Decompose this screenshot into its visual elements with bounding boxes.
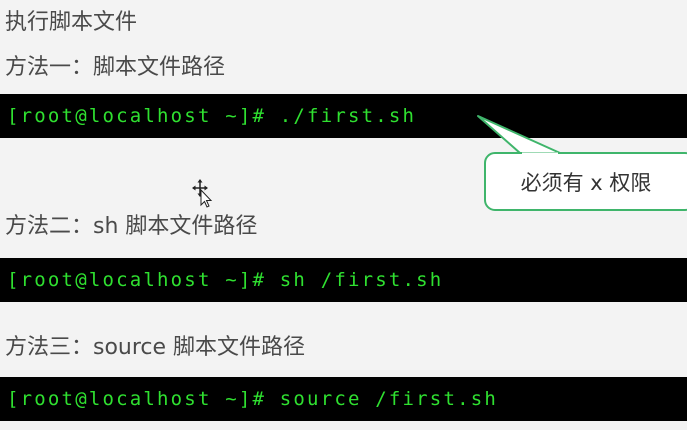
- terminal-block-3: [root@localhost ~]# source /first.sh: [0, 377, 687, 421]
- command-2: [root@localhost ~]# sh /first.sh: [7, 269, 444, 291]
- move-cursor-icon: [192, 179, 213, 208]
- command-3: [root@localhost ~]# source /first.sh: [7, 388, 499, 410]
- method-2-label: 方法二：sh 脚本文件路径: [5, 214, 258, 239]
- terminal-block-2: [root@localhost ~]# sh /first.sh: [0, 258, 687, 302]
- method-3-label: 方法三：source 脚本文件路径: [5, 335, 306, 360]
- callout-text: 必须有 x 权限: [520, 171, 652, 195]
